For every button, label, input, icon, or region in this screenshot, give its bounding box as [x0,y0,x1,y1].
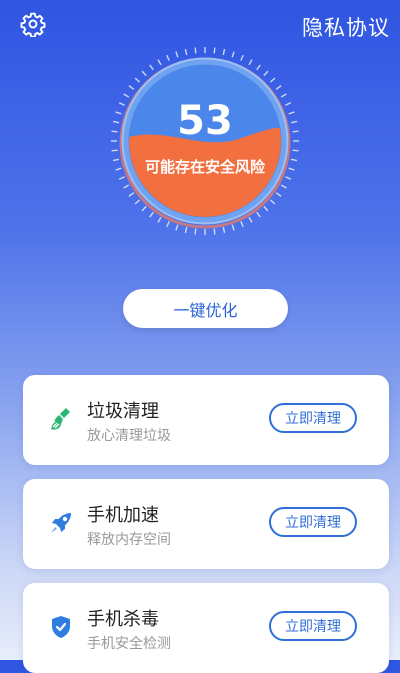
card-subtitle: 手机安全检测 [87,636,171,652]
gauge-tick [134,77,141,83]
gauge-tick [275,85,282,90]
gauge-tick [240,221,244,228]
gauge-tick [166,221,170,228]
clean-now-button[interactable]: 立即清理 [269,507,357,537]
gauge-tick [222,226,226,234]
card-title: 手机加速 [87,505,159,526]
card-title: 垃圾清理 [87,401,159,422]
gauge-tick [256,64,261,71]
gauge-tick [285,176,292,180]
gauge-tick [157,216,162,223]
gauge-tick [111,149,118,152]
gauge-tick [213,228,216,235]
card-subtitle: 释放内存空间 [87,532,171,548]
top-bar: 隐私协议 [0,0,400,48]
gauge-tick [184,48,188,56]
card-phone-boost[interactable]: 手机加速 释放内存空间 立即清理 [23,479,389,569]
clean-now-button[interactable]: 立即清理 [269,403,357,433]
security-status-text: 可能存在安全风险 [144,158,265,176]
gauge-tick [275,192,282,197]
gauge-tick [292,149,299,152]
gauge-tick [280,93,287,98]
gauge-tick [141,205,147,212]
gauge-tick [263,70,269,77]
gauge-tick [134,199,141,205]
gauge-tick [248,216,253,223]
gauge-tick [194,228,197,235]
card-title: 手机杀毒 [87,609,159,630]
gauge-tick [123,184,130,189]
gauge-tick [231,51,235,58]
gauge-tick [175,224,179,231]
gauge-tick [184,226,188,234]
gauge-tick [128,192,135,197]
gauge-tick [149,64,154,71]
rocket-icon [51,513,71,533]
gauge-tick [175,51,179,58]
gauge-tick [280,184,287,189]
gauge-tick [248,59,253,66]
security-score-gauge: 53 可能存在安全风险 [110,46,300,236]
gauge-tick [141,70,147,77]
gauge-tick [118,176,125,180]
gauge-tick [240,54,244,61]
gauge-tick [231,224,235,231]
gear-icon[interactable] [20,11,46,37]
gauge-tick [269,199,276,205]
card-junk-clean[interactable]: 垃圾清理 放心清理垃圾 立即清理 [23,375,389,465]
card-subtitle: 放心清理垃圾 [87,428,171,444]
gauge-tick [123,93,130,98]
gauge-tick [222,48,226,56]
shield-check-icon [52,616,70,638]
gauge-tick [269,77,276,83]
gauge-tick [213,47,216,54]
gauge-tick [263,205,269,212]
gauge-tick [256,211,261,218]
gauge-tick [166,54,170,61]
broom-icon [50,408,70,430]
clean-now-button[interactable]: 立即清理 [269,611,357,641]
security-score-value: 53 [177,98,233,144]
gauge-tick [149,211,154,218]
one-click-optimize-button[interactable]: 一键优化 [123,289,288,328]
gauge-tick [157,59,162,66]
gauge-tick [194,47,197,54]
gauge-tick [128,85,135,90]
privacy-policy-link[interactable]: 隐私协议 [302,12,390,42]
